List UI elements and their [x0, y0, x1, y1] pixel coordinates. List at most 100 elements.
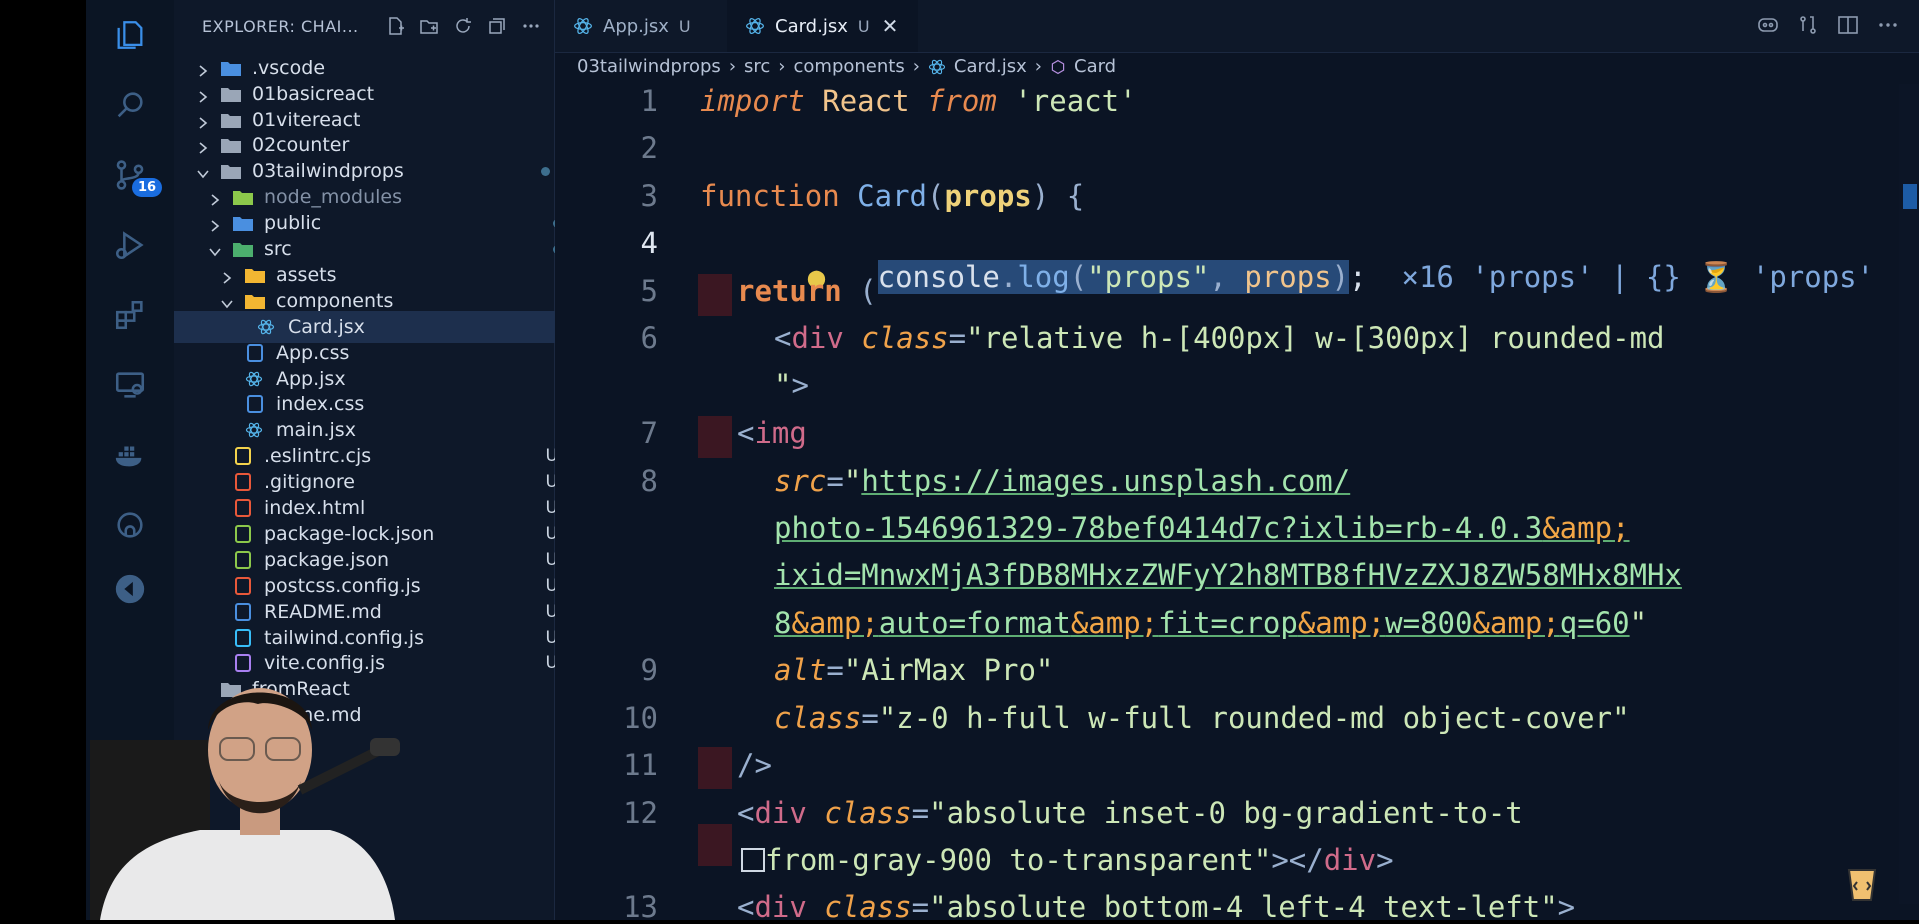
github-icon[interactable] — [86, 498, 174, 552]
chevron-down-icon — [208, 242, 222, 257]
explorer-tools — [385, 16, 541, 36]
search-icon[interactable] — [86, 78, 174, 132]
tree-item-label: main.jsx — [276, 419, 356, 442]
tree-item-label: postcss.config.js — [264, 574, 421, 597]
more-icon[interactable] — [521, 16, 541, 36]
js-file-icon — [232, 447, 254, 466]
breadcrumb-item[interactable]: Card.jsx — [954, 56, 1027, 77]
chevron-right-icon: › — [1034, 56, 1042, 77]
css-file-icon — [244, 343, 266, 362]
code-line-4: ● console.log("props", props); ×16 'prop… — [807, 260, 1910, 294]
chevron-right-icon — [220, 268, 234, 284]
webcam-presenter-image — [90, 688, 400, 920]
code-line-8-wrap-3: 8&amp;auto=format&amp;fit=crop&amp;w=800… — [774, 606, 1648, 640]
docker-icon[interactable] — [86, 428, 174, 482]
code-line-9: alt="AirMax Pro" — [774, 653, 1054, 687]
collapse-all-icon[interactable] — [487, 16, 507, 36]
folder-icon — [220, 111, 242, 129]
src-folder-icon — [232, 240, 254, 258]
tree-item-label: 01vitereact — [252, 108, 361, 131]
code-line-1: import React from 'react' — [700, 84, 1137, 118]
component-symbol-icon — [1051, 59, 1065, 74]
react-icon — [244, 370, 266, 388]
tree-item-label: public — [264, 212, 322, 235]
tab-modified-badge: U — [678, 16, 691, 36]
chevron-right-icon: › — [912, 56, 920, 77]
line-number: 9 — [640, 653, 658, 687]
breadcrumb: 03tailwindprops › src › components › Car… — [577, 56, 1116, 77]
css-file-icon — [244, 395, 266, 414]
react-icon — [574, 17, 592, 35]
tree-item-label: node_modules — [264, 186, 403, 209]
assets-folder-icon — [244, 266, 266, 284]
code-line-6: <div class="relative h-[400px] w-[300px]… — [774, 321, 1665, 355]
breadcrumb-item[interactable]: Card — [1074, 56, 1116, 77]
info-file-icon — [232, 602, 254, 621]
split-editor-icon[interactable] — [1837, 14, 1859, 36]
react-icon — [256, 318, 278, 336]
files-icon[interactable] — [86, 8, 174, 62]
line-number: 13 — [623, 890, 658, 924]
tree-item-label: 03tailwindprops — [252, 160, 404, 183]
diff-marker — [698, 824, 732, 866]
chevron-right-icon — [208, 216, 222, 232]
tab-app-jsx[interactable]: App.jsx U — [555, 0, 751, 52]
line-number: 11 — [623, 748, 658, 782]
scrollbar-thumb[interactable] — [1903, 184, 1917, 209]
chevron-right-icon — [196, 113, 210, 129]
code-line-13: <div class="absolute bottom-4 left-4 tex… — [737, 890, 1576, 924]
new-folder-icon[interactable] — [419, 16, 439, 36]
vertical-scrollbar[interactable] — [1899, 84, 1919, 904]
breadcrumb-item[interactable]: 03tailwindprops — [577, 56, 721, 77]
run-debug-icon[interactable] — [86, 218, 174, 272]
tree-item-label: index.html — [264, 497, 366, 520]
chevron-right-icon — [196, 138, 210, 155]
breadcrumb-item[interactable]: components — [794, 56, 905, 77]
tab-card-jsx[interactable]: Card.jsx U ✕ — [727, 0, 918, 52]
breadcrumb-item[interactable]: src — [744, 56, 770, 77]
chevron-down-icon — [220, 294, 234, 309]
postcss-icon — [232, 576, 254, 595]
react-icon — [928, 59, 945, 74]
tailwind-icon — [232, 628, 254, 647]
code-line-8-wrap-1: photo-1546961329-78bef0414d7c?ixlib=rb-4… — [774, 511, 1630, 545]
chevron-right-icon — [196, 61, 210, 77]
tree-item-label: .eslintrc.cjs — [264, 445, 372, 468]
chevron-right-icon: › — [778, 56, 786, 77]
code-line-3: function Card(props) { — [700, 179, 1085, 213]
color-swatch-icon — [741, 848, 765, 872]
channel-logo-icon — [1845, 864, 1879, 904]
remote-explorer-icon[interactable] — [86, 358, 174, 412]
components-folder-icon — [244, 292, 266, 310]
modified-dot-icon — [541, 166, 550, 176]
chevron-right-icon: › — [728, 56, 737, 77]
more-actions-icon[interactable] — [1877, 14, 1899, 36]
new-file-icon[interactable] — [385, 16, 405, 36]
copilot-icon[interactable] — [1757, 14, 1779, 36]
source-control-icon[interactable]: 16 — [86, 148, 174, 202]
code-line-11: /> — [737, 748, 772, 782]
tree-item-label: package-lock.json — [264, 522, 435, 545]
chevron-right-icon — [208, 190, 222, 206]
tree-item-label: components — [276, 289, 394, 312]
extensions-icon[interactable] — [86, 288, 174, 342]
line-number: 2 — [640, 131, 658, 165]
close-icon[interactable]: ✕ — [882, 14, 899, 38]
explorer-header: EXPLORER: CHAI... — [174, 0, 554, 52]
inlay-hint: ×16 'props' | {} ⏳ 'props' | — [1401, 260, 1910, 294]
tree-item-label: index.css — [276, 393, 365, 416]
tab-modified-badge: U — [857, 16, 870, 36]
compare-changes-icon[interactable] — [1797, 14, 1819, 36]
folder-icon — [220, 85, 242, 103]
live-share-icon[interactable] — [86, 562, 174, 616]
tree-item-label: 02counter — [252, 134, 350, 157]
tree-item-label: App.css — [276, 341, 350, 364]
refresh-icon[interactable] — [453, 16, 473, 36]
